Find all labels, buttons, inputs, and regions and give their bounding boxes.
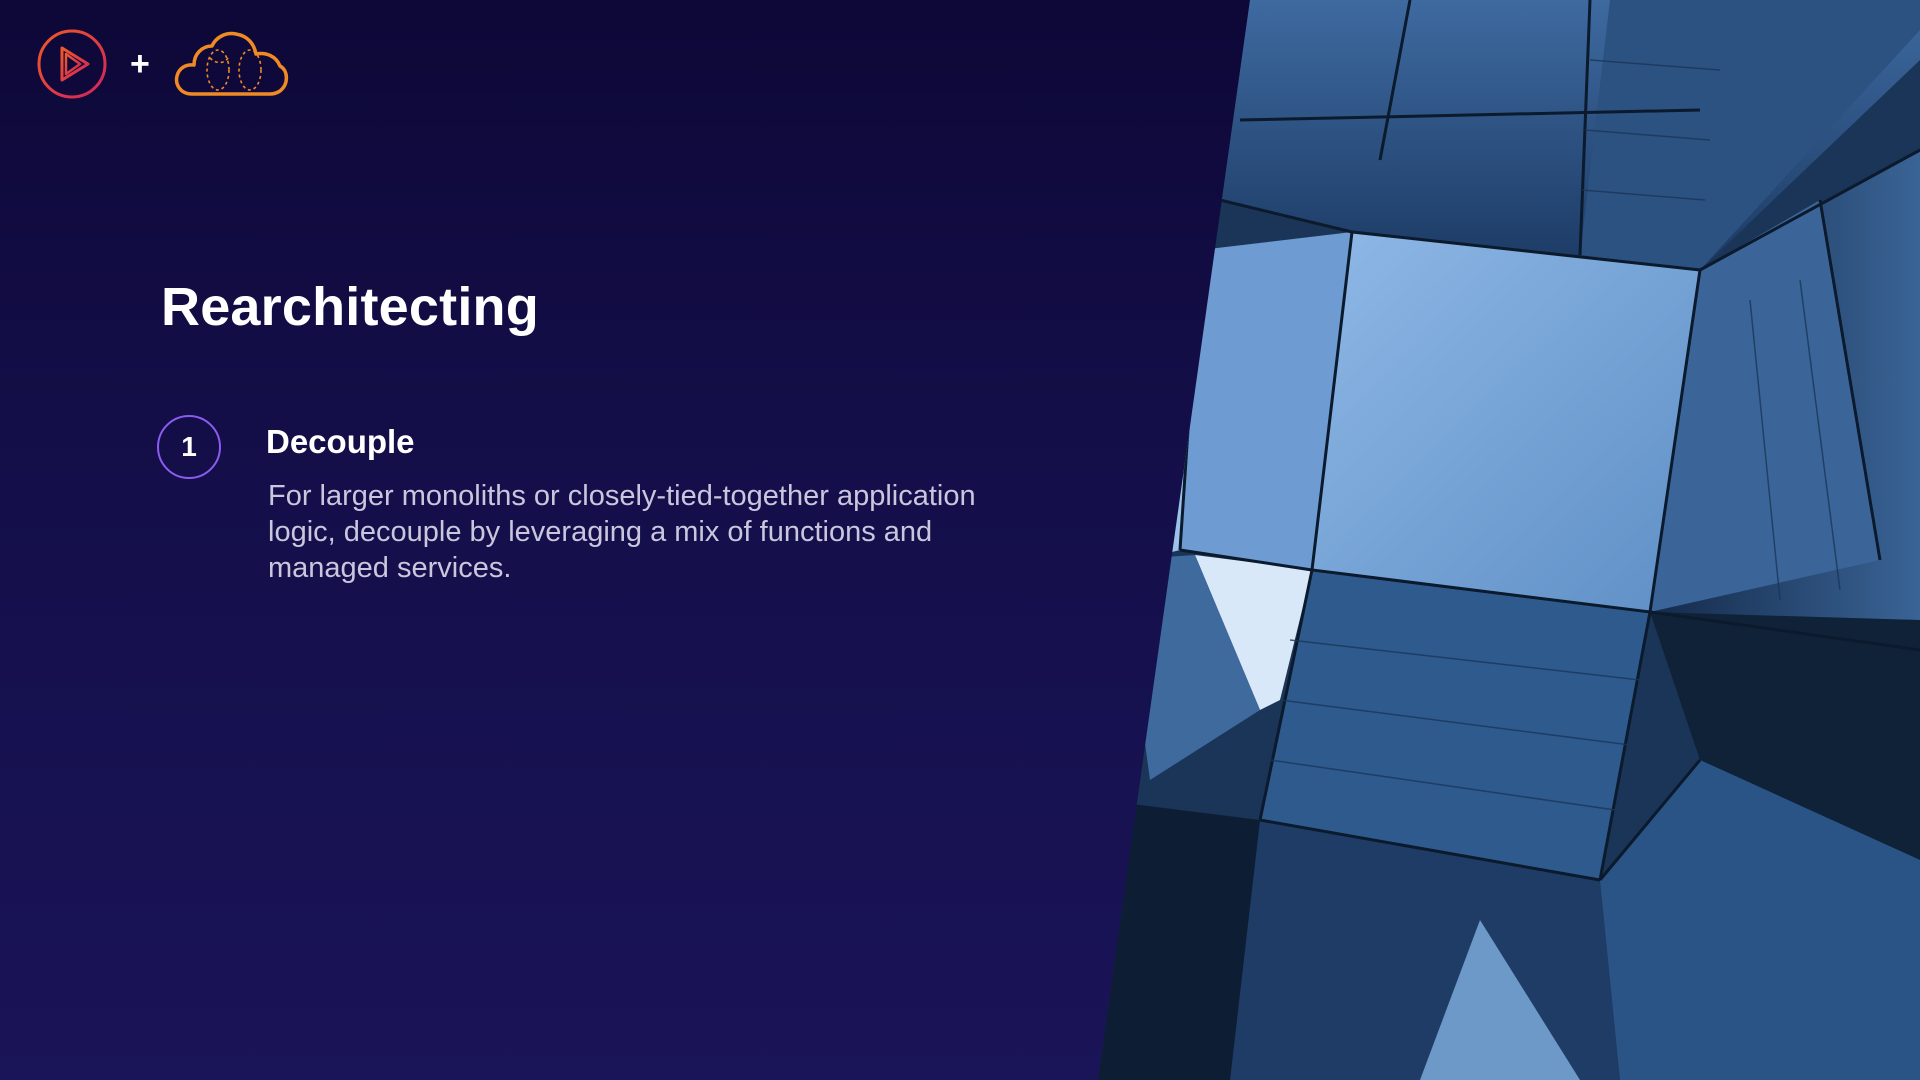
slide: + Rearchitecting 1 Decouple For larger m… [0, 0, 1920, 1080]
glass-building-photo [1098, 0, 1920, 1080]
